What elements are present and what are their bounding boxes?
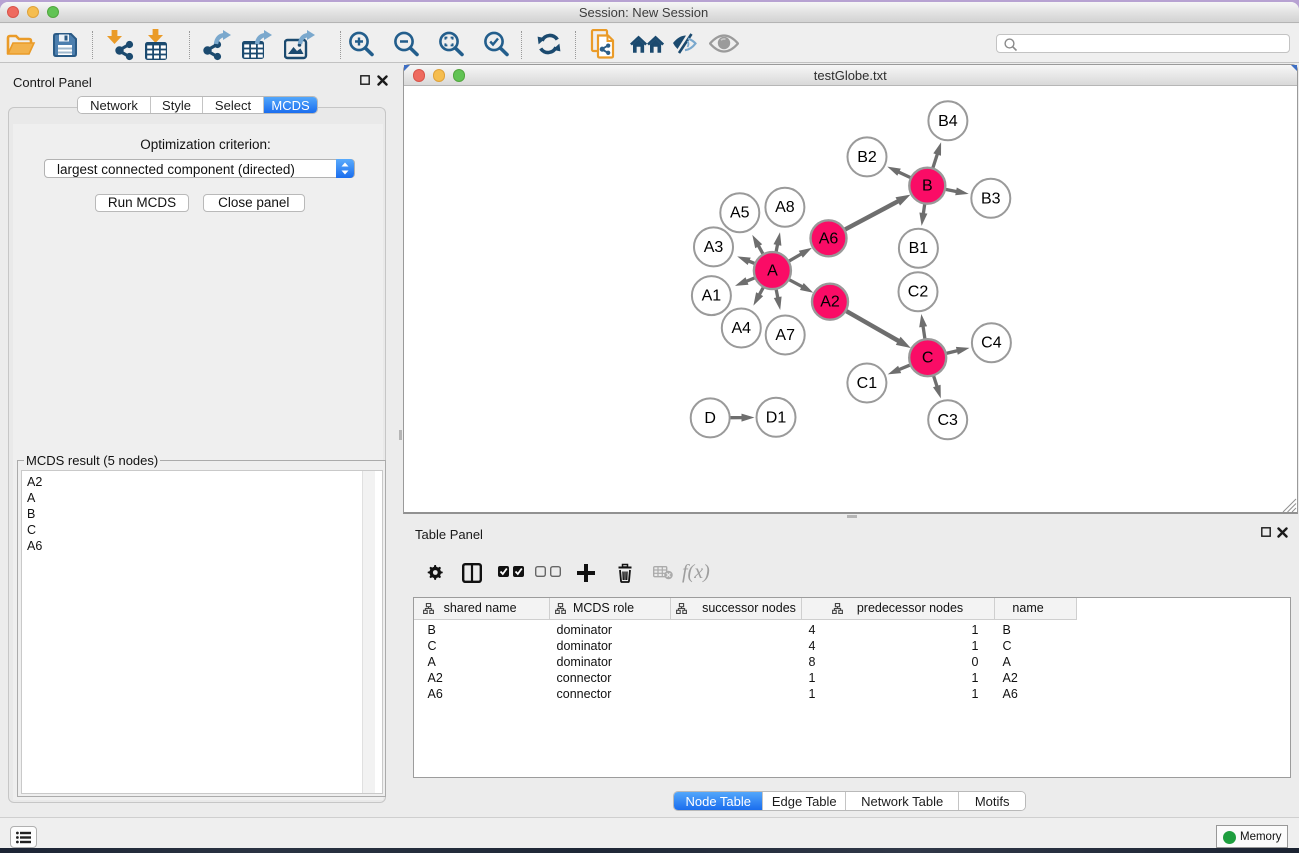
svg-text:A4: A4: [732, 320, 752, 337]
svg-text:A7: A7: [775, 327, 795, 344]
svg-text:A1: A1: [702, 288, 722, 305]
svg-text:B: B: [922, 178, 933, 195]
svg-text:C3: C3: [937, 412, 958, 429]
svg-text:B1: B1: [909, 240, 929, 257]
svg-text:B2: B2: [857, 149, 877, 166]
svg-text:A6: A6: [819, 230, 839, 247]
svg-text:A5: A5: [730, 205, 750, 222]
svg-text:D: D: [704, 410, 716, 427]
svg-text:B4: B4: [938, 113, 958, 130]
svg-text:C1: C1: [857, 375, 878, 392]
svg-text:A3: A3: [704, 239, 724, 256]
svg-text:A2: A2: [820, 294, 840, 311]
svg-text:C2: C2: [908, 284, 929, 301]
svg-text:C4: C4: [981, 335, 1002, 352]
svg-text:f(x): f(x): [682, 562, 710, 583]
svg-text:D1: D1: [766, 409, 787, 426]
svg-text:C: C: [922, 350, 934, 367]
svg-text:B3: B3: [981, 190, 1001, 207]
svg-text:A: A: [767, 263, 778, 280]
svg-text:A8: A8: [775, 199, 795, 216]
